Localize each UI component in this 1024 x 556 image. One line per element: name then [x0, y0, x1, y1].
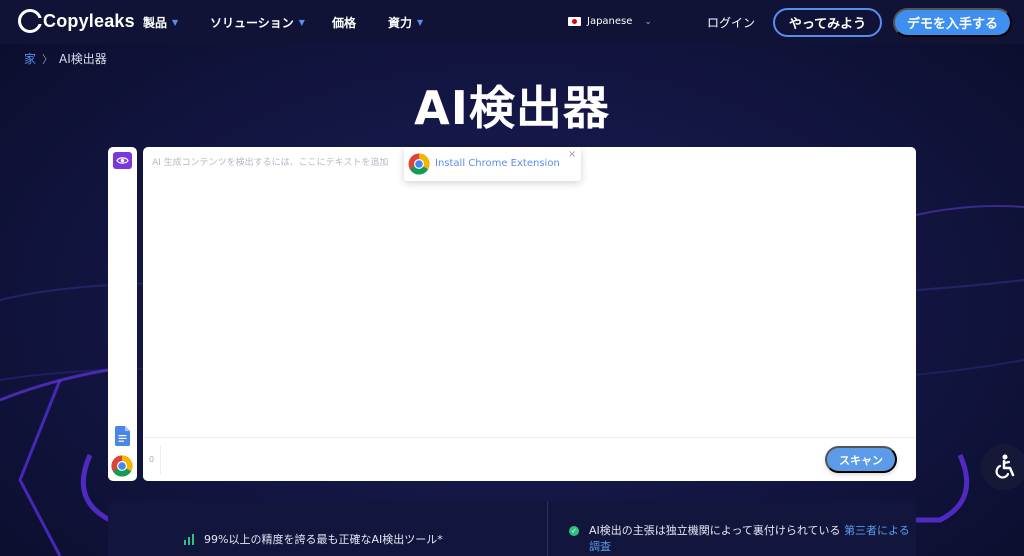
bar-chart-icon — [184, 533, 194, 545]
copyleaks-logo[interactable]: Copyleaks — [18, 9, 135, 33]
flag-japan-icon — [568, 17, 581, 26]
check-circle-icon: ✓ — [569, 526, 579, 536]
top-navigation: Copyleaks 製品 ▼ ソリューション ▼ 価格 資力 ▼ Japanes… — [0, 0, 1024, 44]
breadcrumb-home[interactable]: 家 — [24, 50, 36, 67]
text-input[interactable] — [143, 147, 916, 437]
nav-pricing-label: 価格 — [332, 16, 357, 30]
text-editor: 0 スキャン — [143, 147, 916, 481]
try-button[interactable]: やってみよう — [773, 8, 882, 37]
logo-text: Copyleaks — [43, 10, 135, 31]
google-docs-icon[interactable] — [115, 426, 130, 450]
get-demo-button[interactable]: デモを入手する — [893, 8, 1012, 37]
chrome-icon — [408, 153, 430, 179]
caret-down-icon: ▼ — [172, 18, 179, 27]
language-label: Japanese — [587, 16, 633, 27]
caret-down-icon: ▼ — [298, 18, 305, 27]
input-source-toolbar — [108, 147, 137, 481]
caret-down-icon: ▼ — [417, 18, 424, 27]
accessibility-icon[interactable] — [981, 444, 1024, 490]
nav-solutions[interactable]: ソリューション ▼ — [210, 14, 305, 31]
breadcrumb: 家 〉 AI検出器 — [24, 50, 107, 67]
nav-products[interactable]: 製品 ▼ — [143, 14, 178, 31]
nav-solutions-label: ソリューション — [210, 16, 294, 30]
language-selector[interactable]: Japanese ⌄ — [568, 16, 652, 27]
page-title: AI検出器 — [414, 81, 610, 135]
eye-icon[interactable] — [113, 152, 132, 169]
nav-resources[interactable]: 資力 ▼ — [388, 14, 423, 31]
feature-highlights: 99%以上の精度を誇る最も正確なAI検出ツール* ✓ AI検出の主張は独立機関に… — [108, 501, 916, 556]
nav-resources-label: 資力 — [388, 16, 413, 30]
accuracy-feature-text: 99%以上の精度を誇る最も正確なAI検出ツール* — [204, 533, 443, 546]
nav-products-label: 製品 — [143, 16, 168, 30]
third-party-feature: ✓ AI検出の主張は独立機関によって裏付けられている 第三者による調査 — [569, 523, 914, 555]
chrome-icon[interactable] — [111, 455, 133, 481]
scan-button[interactable]: スキャン — [825, 446, 897, 473]
logo-icon — [18, 9, 43, 33]
install-extension-link[interactable]: Install Chrome Extension — [435, 158, 560, 169]
breadcrumb-current: AI検出器 — [59, 52, 107, 66]
feature-divider — [547, 501, 548, 556]
editor-footer: 0 スキャン — [143, 437, 916, 481]
close-icon[interactable]: × — [568, 149, 576, 160]
accuracy-feature: 99%以上の精度を誇る最も正確なAI検出ツール* — [184, 531, 443, 547]
breadcrumb-separator: 〉 — [42, 52, 54, 66]
third-party-feature-text: AI検出の主張は独立機関によって裏付けられている — [589, 524, 841, 537]
chevron-down-icon: ⌄ — [644, 16, 652, 27]
chrome-extension-popup[interactable]: Install Chrome Extension × — [404, 147, 581, 181]
nav-pricing[interactable]: 価格 — [332, 14, 356, 31]
footer-divider — [160, 446, 161, 474]
login-link[interactable]: ログイン — [707, 14, 755, 31]
character-count: 0 — [149, 455, 155, 464]
